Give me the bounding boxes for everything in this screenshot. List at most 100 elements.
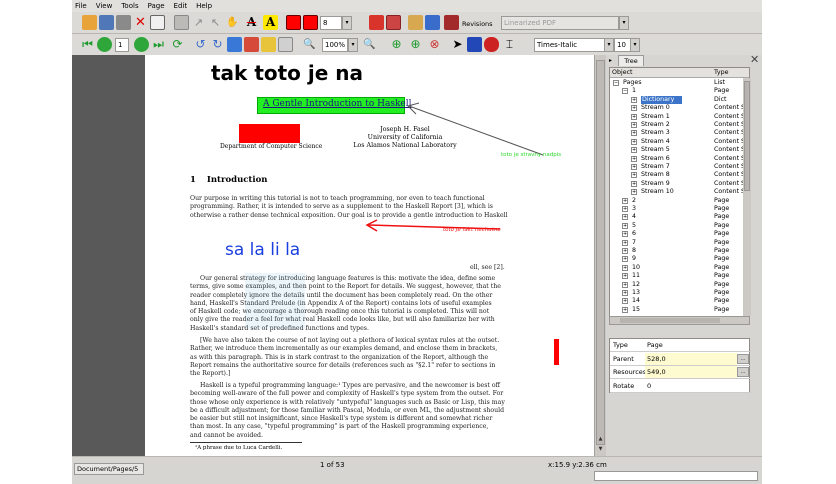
red-note[interactable]: toto je fakt nechutne — [443, 227, 501, 233]
line-width-input[interactable]: 8 — [320, 16, 342, 30]
tree-scrollbar-thumb[interactable] — [744, 81, 750, 191]
hand-icon[interactable]: ✋ — [225, 15, 240, 30]
scrollbar-thumb[interactable] — [596, 60, 605, 445]
tree-row[interactable]: + Stream 1 Content Str — [610, 113, 749, 121]
collapse-icon[interactable]: − — [622, 88, 628, 95]
select-area-icon[interactable] — [484, 37, 499, 52]
tools-icon[interactable] — [116, 15, 131, 30]
goto-reference-button[interactable]: ... — [737, 353, 749, 364]
annotation-big-title[interactable]: tak toto je na — [211, 61, 363, 85]
tree-row[interactable]: +13 Page — [610, 289, 744, 297]
window-icon[interactable] — [150, 15, 165, 30]
expand-icon[interactable]: + — [622, 214, 628, 221]
property-value[interactable]: 549,0 — [645, 366, 737, 378]
tree-row[interactable]: + Stream 3 Content Str — [610, 129, 749, 137]
tree-hscrollbar[interactable] — [609, 316, 750, 325]
rotate-right-icon[interactable]: ↻ — [210, 37, 225, 52]
remove-page-icon[interactable] — [386, 15, 401, 30]
text-cursor-icon[interactable]: ⌶ — [502, 37, 517, 52]
stroke-color-swatch[interactable] — [286, 15, 301, 30]
object-tree[interactable]: Object Type − Pages List −1 Page + Dictionary D… — [609, 67, 750, 325]
expand-icon[interactable]: + — [631, 147, 637, 154]
tree-row[interactable]: +2 Page — [610, 197, 744, 205]
tree-hscrollbar-thumb[interactable] — [620, 318, 720, 323]
zoom-input[interactable]: 100% — [322, 38, 348, 52]
red-mark-annotation[interactable] — [554, 339, 559, 365]
expand-icon[interactable]: + — [622, 281, 628, 288]
expand-icon[interactable]: + — [622, 222, 628, 229]
goto-reference-button[interactable]: ... — [737, 367, 749, 377]
arrow-tool-icon[interactable]: ↗ — [191, 15, 206, 30]
edit-icon[interactable] — [408, 15, 423, 30]
expand-icon[interactable]: + — [622, 256, 628, 263]
add-annotation-icon[interactable]: ⊕ — [389, 37, 404, 52]
expand-icon[interactable]: + — [622, 248, 628, 254]
tree-row[interactable]: +6 Page — [610, 230, 744, 238]
expand-icon[interactable]: + — [631, 130, 637, 137]
insert-page-icon[interactable] — [369, 15, 384, 30]
document-scrollbar[interactable]: ▲ ▼ — [594, 55, 606, 456]
menu-help[interactable]: Help — [196, 2, 212, 10]
panel-toggle-icon[interactable]: ▸ — [609, 57, 612, 64]
expand-icon[interactable]: + — [631, 189, 637, 196]
expand-icon[interactable]: + — [622, 306, 628, 313]
bookmarks-icon[interactable] — [444, 15, 459, 30]
menu-edit[interactable]: Edit — [174, 2, 188, 10]
tree-row[interactable]: +7 Page — [610, 239, 744, 247]
scroll-up-icon[interactable]: ▲ — [596, 435, 605, 444]
tree-row[interactable]: +10 Page — [610, 264, 744, 272]
expand-icon[interactable]: + — [622, 298, 628, 305]
expand-icon[interactable]: + — [622, 239, 628, 246]
menu-view[interactable]: View — [96, 2, 113, 10]
refresh-icon[interactable]: ⟳ — [170, 37, 185, 52]
expand-icon[interactable]: + — [622, 197, 628, 204]
expand-icon[interactable]: + — [631, 113, 637, 120]
page-number-input[interactable]: 1 — [115, 38, 129, 52]
expand-icon[interactable]: + — [631, 122, 637, 128]
select-pointer-icon[interactable]: ➤ — [450, 37, 465, 52]
expand-icon[interactable]: + — [631, 96, 637, 103]
red-rectangle-annotation[interactable] — [239, 124, 300, 143]
arrow-tool2-icon[interactable]: ↖ — [208, 15, 223, 30]
tree-row[interactable]: −1 Page — [610, 87, 744, 95]
tab-tree[interactable]: Tree — [618, 55, 644, 66]
menu-page[interactable]: Page — [148, 2, 165, 10]
last-page-icon[interactable]: ⏭ — [151, 37, 166, 52]
line-width-dropdown-icon[interactable]: ▾ — [342, 16, 352, 30]
zoom-icon[interactable]: 🔍 — [302, 37, 317, 52]
column-object[interactable]: Object — [612, 68, 633, 78]
tree-row[interactable]: +4 Page — [610, 213, 744, 221]
property-value[interactable]: 0 — [645, 380, 737, 392]
document-view[interactable]: tu tak toto je na A Gentle Introduction … — [72, 55, 606, 456]
tree-row[interactable]: + Stream 5 Content Str — [610, 146, 749, 154]
expand-icon[interactable]: + — [631, 138, 637, 145]
tree-row[interactable]: +12 Page — [610, 281, 744, 289]
remove-annotation-icon[interactable]: ⊗ — [427, 37, 442, 52]
select-text-icon[interactable] — [467, 37, 482, 52]
tree-row[interactable]: + Stream 9 Content Str — [610, 180, 749, 188]
tree-row[interactable]: − Pages List — [610, 79, 744, 87]
tree-row[interactable]: + Stream 0 Content Str — [610, 104, 749, 112]
tree-row[interactable]: + Stream 8 Content Str — [610, 171, 749, 179]
font-name-select[interactable]: Times-Italic — [534, 38, 611, 52]
tree-row[interactable]: + Stream 2 Content Str — [610, 121, 749, 129]
expand-icon[interactable]: + — [622, 206, 628, 212]
line-tool-icon[interactable] — [174, 15, 189, 30]
expand-icon[interactable]: + — [622, 290, 628, 296]
expand-icon[interactable]: + — [622, 273, 628, 280]
scroll-down-icon[interactable]: ▼ — [596, 445, 605, 454]
tree-row[interactable]: +14 Page — [610, 297, 744, 305]
revisions-dropdown-icon[interactable]: ▾ — [619, 16, 629, 30]
expand-icon[interactable]: + — [622, 231, 628, 238]
expand-icon[interactable]: + — [631, 105, 637, 112]
expand-icon[interactable]: + — [631, 155, 637, 162]
close-panel-icon[interactable]: ✕ — [750, 54, 759, 65]
menu-tools[interactable]: Tools — [121, 2, 138, 10]
add-link-icon[interactable]: ⊕ — [408, 37, 423, 52]
expand-icon[interactable]: + — [631, 180, 637, 187]
font-name-dropdown-icon[interactable]: ▾ — [604, 38, 614, 52]
open-icon[interactable] — [82, 15, 97, 30]
pdf-page[interactable]: tak toto je na A Gentle Introduction to … — [145, 55, 595, 456]
tree-row[interactable]: +11 Page — [610, 272, 744, 280]
move-page-icon[interactable] — [425, 15, 440, 30]
